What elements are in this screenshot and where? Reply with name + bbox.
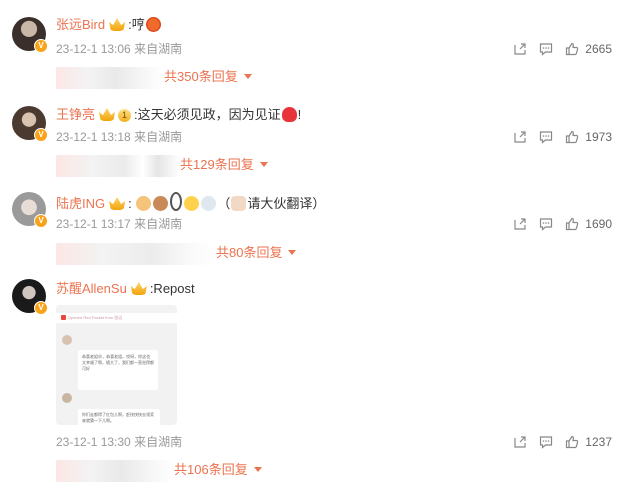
crown-badge-icon — [130, 282, 147, 295]
comment-time: 23-12-1 13:06 — [56, 42, 131, 56]
reply-count-link[interactable]: 共80条回复 — [216, 245, 282, 260]
message-text: 恭喜老姐😄，恭喜老姐，哎呀，你这也太幸福了啊，随大了，我们都一直觉得都可好 — [82, 354, 154, 371]
comment-icon[interactable] — [539, 435, 553, 449]
comment-location: 来自湖南 — [134, 130, 183, 144]
reply-count-link[interactable]: 共350条回复 — [164, 69, 238, 84]
reply-bar: 共80条回复 — [56, 240, 297, 266]
emoji-icon — [153, 196, 169, 211]
comment-line: 陆虎ING: （ 请大伙翻译） — [56, 192, 325, 213]
pointing-hand-icon — [231, 196, 247, 211]
comment-actions: 1690 — [501, 216, 612, 232]
heart-emoji-icon — [281, 107, 297, 122]
comment-actions: 1237 — [501, 434, 612, 450]
emoji-icon — [201, 196, 217, 211]
share-icon[interactable] — [513, 435, 527, 449]
reply-preview — [56, 242, 216, 265]
reply-bar: 共129条回复 — [56, 152, 268, 178]
chevron-down-icon[interactable] — [253, 467, 262, 472]
reply-preview — [56, 66, 164, 89]
avatar[interactable]: V — [12, 17, 48, 53]
username-link[interactable]: 苏醒AllenSu — [56, 281, 127, 296]
crown-badge-icon — [99, 108, 116, 121]
avatar[interactable]: V — [12, 106, 48, 142]
comment-location: 来自湖南 — [134, 435, 183, 449]
comment-time: 23-12-1 13:17 — [56, 217, 131, 231]
message-text: 你们走都得了红包儿啊，赶快快快去领奖来就猜一下儿啊。 — [82, 412, 154, 423]
like-count: 1237 — [585, 435, 612, 449]
message-bubble: 你们走都得了红包儿啊，赶快快快去领奖来就猜一下儿啊。 — [78, 409, 160, 425]
comment-icon[interactable] — [539, 42, 553, 56]
emoji-icon — [136, 196, 152, 211]
comment-text-tail: ! — [297, 107, 302, 122]
avatar[interactable]: V — [12, 192, 48, 228]
verified-v-icon: V — [34, 128, 48, 142]
like-count: 2665 — [585, 42, 612, 56]
comment-meta: 23-12-1 13:30 来自湖南 — [56, 434, 182, 450]
like-count: 1690 — [585, 217, 612, 231]
comment-text-tail: （ — [217, 196, 231, 211]
share-icon[interactable] — [513, 42, 527, 56]
comment-text: :这天必须见政，因为见证 — [134, 107, 281, 122]
comment-text: : — [128, 196, 132, 211]
avatar — [62, 393, 72, 403]
image-header-text: Opened Red Packet from 张远 — [68, 315, 123, 320]
verified-v-icon: V — [34, 301, 48, 315]
like-icon[interactable] — [565, 42, 579, 56]
comment-actions: 2665 — [501, 41, 612, 57]
share-icon[interactable] — [513, 217, 527, 231]
chevron-down-icon[interactable] — [288, 250, 297, 255]
comment-meta: 23-12-1 13:17 来自湖南 — [56, 216, 182, 232]
comment-meta: 23-12-1 13:18 来自湖南 — [56, 129, 182, 145]
comment-actions: 1973 — [501, 129, 612, 145]
reply-count-link[interactable]: 共129条回复 — [180, 157, 254, 172]
comment-time: 23-12-1 13:30 — [56, 435, 131, 449]
verified-v-icon: V — [34, 214, 48, 228]
comment-image[interactable]: Opened Red Packet from 张远 恭喜老姐😄，恭喜老姐，哎呀，… — [56, 305, 177, 425]
avatar[interactable]: V — [12, 279, 48, 315]
crown-badge-icon — [109, 18, 126, 31]
like-icon[interactable] — [565, 217, 579, 231]
comment-meta: 23-12-1 13:06 来自湖南 — [56, 41, 182, 57]
comment-icon[interactable] — [539, 130, 553, 144]
comment-line: 苏醒AllenSu :Repost — [56, 280, 195, 298]
level-badge: 1 — [118, 109, 132, 122]
reply-bar: 共106条回复 — [56, 457, 262, 483]
chevron-down-icon[interactable] — [259, 162, 268, 167]
avatar — [62, 335, 72, 345]
like-icon[interactable] — [565, 435, 579, 449]
emoji-icon — [184, 196, 200, 211]
verified-v-icon: V — [34, 39, 48, 53]
comment-text-tail2: 请大伙翻译） — [247, 196, 326, 211]
emoji-icon — [145, 17, 161, 32]
message-bubble: 恭喜老姐😄，恭喜老姐，哎呀，你这也太幸福了啊，随大了，我们都一直觉得都可好 — [78, 350, 158, 390]
like-icon[interactable] — [565, 130, 579, 144]
reply-count-link[interactable]: 共106条回复 — [174, 462, 248, 477]
comment-icon[interactable] — [539, 217, 553, 231]
like-count: 1973 — [585, 130, 612, 144]
share-icon[interactable] — [513, 130, 527, 144]
reply-preview — [56, 459, 174, 482]
username-link[interactable]: 张远Bird — [56, 17, 105, 32]
comment-time: 23-12-1 13:18 — [56, 130, 131, 144]
comment-location: 来自湖南 — [134, 217, 183, 231]
reply-bar: 共350条回复 — [56, 64, 252, 90]
username-link[interactable]: 王铮亮 — [56, 107, 95, 122]
comment-text: :哼 — [128, 17, 145, 32]
crown-badge-icon — [109, 197, 126, 210]
chevron-down-icon[interactable] — [243, 74, 252, 79]
comment-text: :Repost — [149, 281, 195, 296]
reply-preview — [56, 154, 180, 177]
comment-line: 王铮亮 1:这天必须见政，因为见证! — [56, 106, 301, 124]
comment-line: 张远Bird :哼 — [56, 16, 162, 34]
comment-location: 来自湖南 — [134, 42, 183, 56]
ring-emoji-icon — [170, 192, 183, 211]
red-packet-icon — [61, 315, 66, 320]
username-link[interactable]: 陆虎ING — [56, 196, 105, 211]
